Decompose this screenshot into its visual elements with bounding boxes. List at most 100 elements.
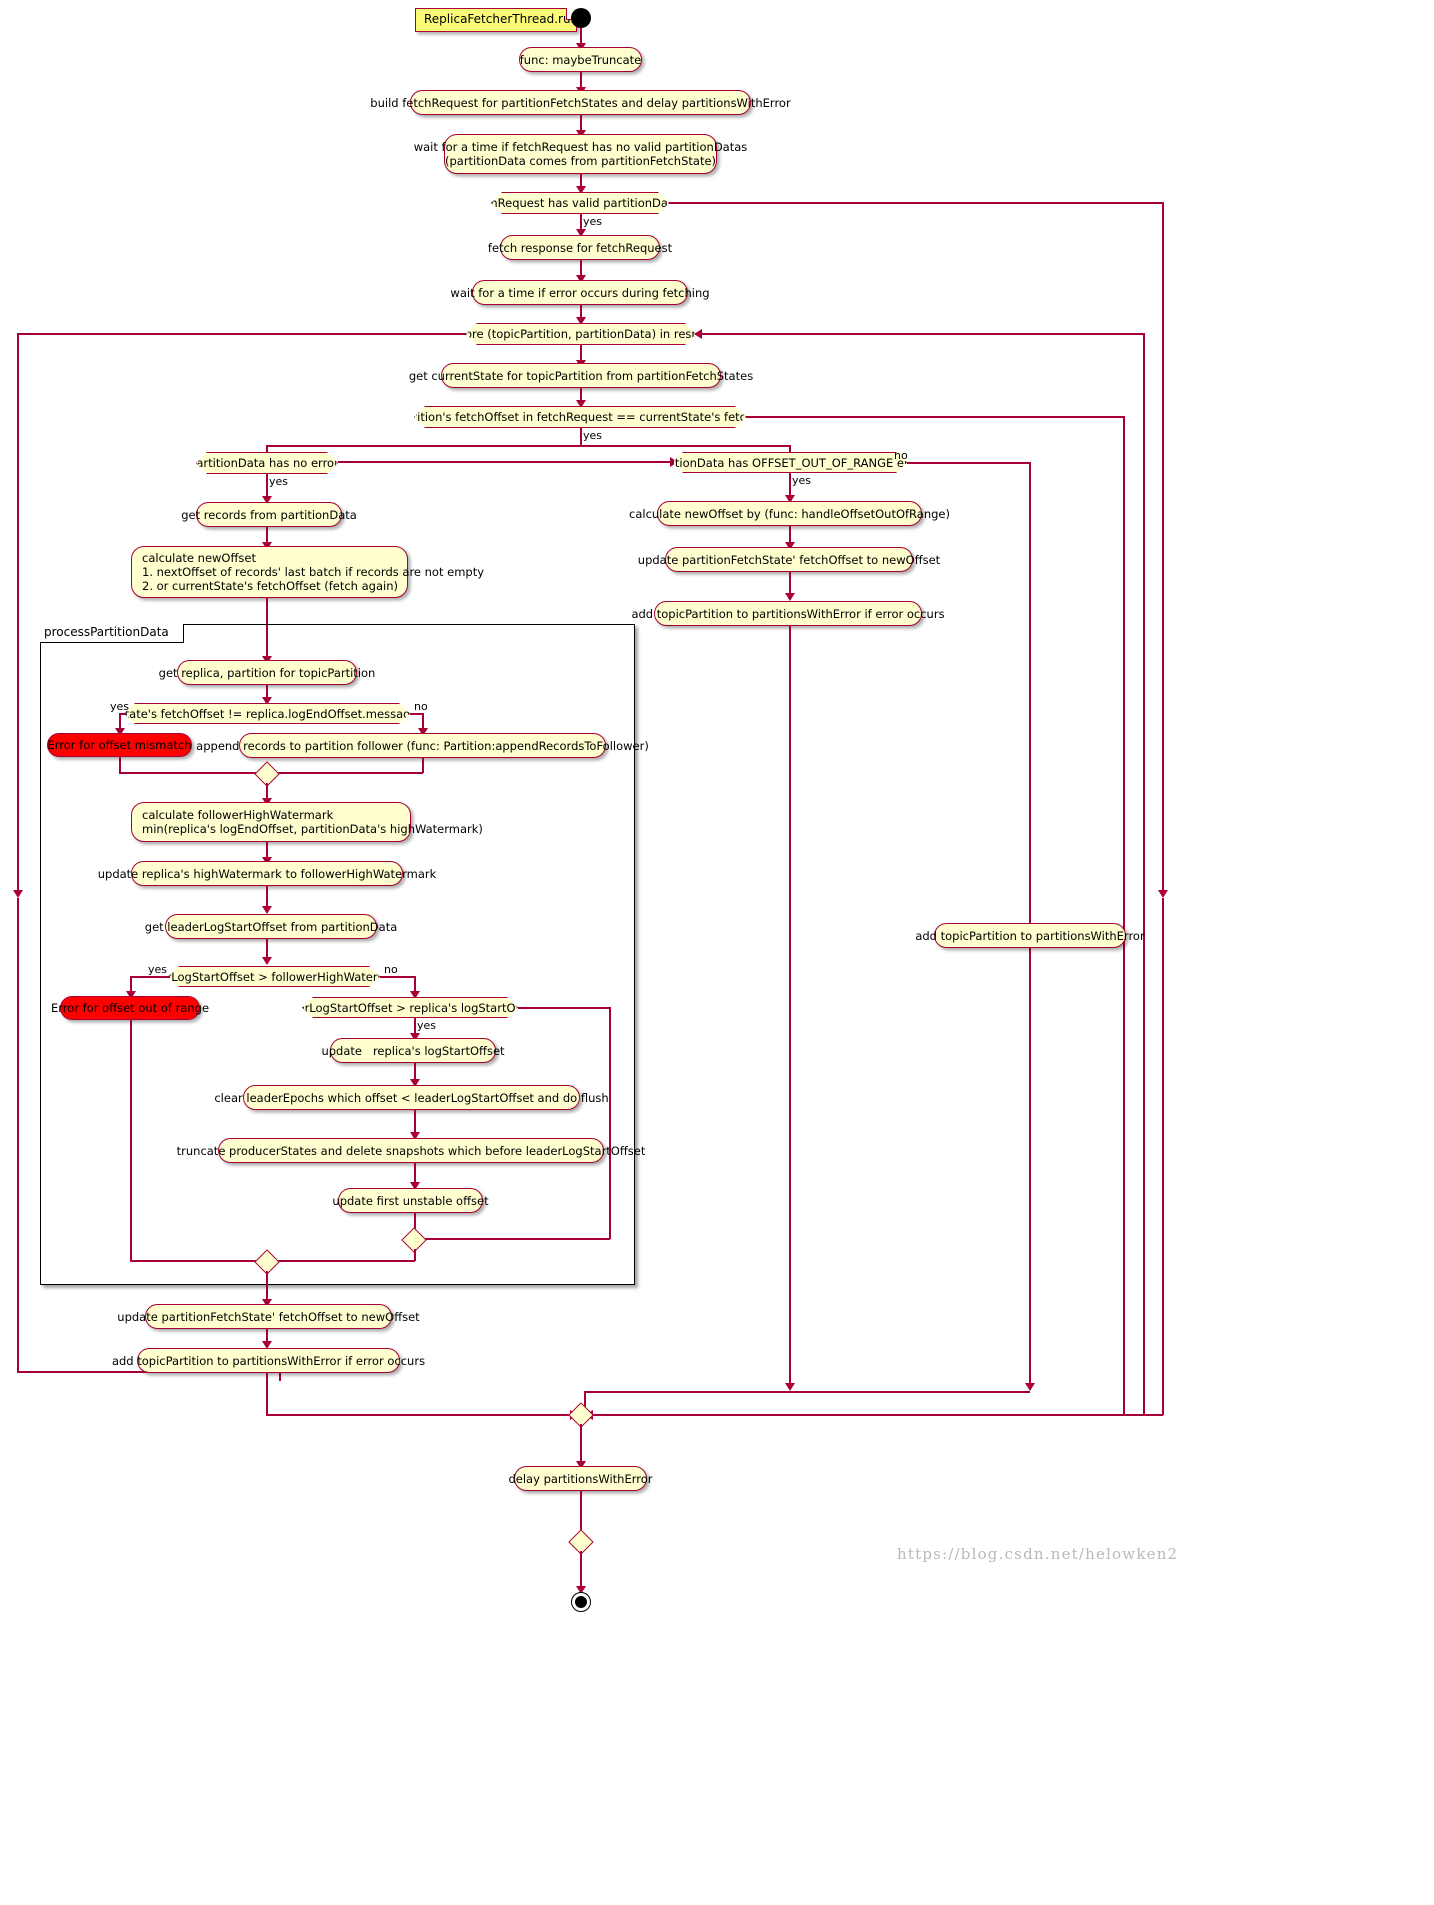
node-label: func: maybeTruncate — [519, 52, 642, 67]
edge-lso-yes-left — [130, 976, 170, 978]
cond-fetchrequest-valid-partitiondatas[interactable]: fetchRequest has valid partitionDatas? — [491, 192, 669, 214]
edge-delay-endmerge — [580, 1491, 582, 1534]
node-label: fetchRequest has valid partitionDatas? — [468, 196, 692, 210]
node-label: has more (topicPartition, partitionData)… — [429, 327, 733, 341]
node-fetch-response[interactable]: fetch response for fetchRequest — [488, 235, 672, 260]
edge-merge2-to-merge3 — [266, 1260, 415, 1262]
cond-offset-out-of-range-error[interactable]: partitionData has OFFSET_OUT_OF_RANGE er… — [672, 452, 907, 473]
node-label: update partitionFetchState' fetchOffset … — [117, 1309, 420, 1324]
edge-append-down — [422, 758, 424, 773]
node-update-fetchoffset-right[interactable]: update partitionFetchState' fetchOffset … — [638, 547, 940, 572]
edge-label-yes: yes — [148, 963, 168, 976]
node-get-replica-partition[interactable]: get replica, partition for topicPartitio… — [159, 660, 375, 685]
node-clear-leader-epochs[interactable]: clear leaderEpochs which offset < leader… — [214, 1085, 609, 1110]
edge-errorrange-down — [130, 1020, 132, 1261]
node-label: leaderLogStartOffset > replica's logStar… — [272, 1000, 548, 1015]
node-label: update replica's logStartOffset — [321, 1043, 505, 1058]
edge-loopback-left-bus — [17, 333, 19, 895]
edge-fetchoffset-no-down — [1123, 416, 1125, 1415]
edge-label-yes: yes — [269, 475, 289, 488]
node-get-current-state[interactable]: get currentState for topicPartition from… — [409, 363, 753, 388]
edge-oorange-no-right — [907, 462, 1030, 464]
edge-split-bar — [266, 445, 790, 447]
node-update-replica-logstartoffset[interactable]: update replica's logStartOffset — [321, 1038, 505, 1063]
node-update-first-unstable-offset[interactable]: update first unstable offset — [332, 1188, 489, 1213]
arrowhead — [262, 906, 272, 914]
edge-lso2-no-bottom — [414, 1238, 610, 1240]
edge-merge-right — [266, 772, 423, 774]
edge-oorange-no-to-merge — [585, 1391, 1030, 1393]
node-calc-newoffset-handle-oor[interactable]: calculate newOffset by (func: handleOffs… — [629, 501, 950, 526]
cond-partitiondata-no-error[interactable]: partitionData has no error? — [196, 452, 338, 474]
group-title-label: processPartitionData — [44, 625, 169, 639]
node-label: Error for offset mismatch — [47, 738, 192, 752]
node-label: calculate newOffset 1. nextOffset of rec… — [142, 551, 485, 593]
node-label: truncate producerStates and delete snaps… — [176, 1143, 646, 1158]
edge-label-yes: yes — [792, 474, 812, 487]
node-add-partitions-with-error-far[interactable]: add topicPartition to partitionsWithErro… — [915, 923, 1145, 948]
edge-cond-valid-no-right — [669, 202, 1163, 204]
edge-label-no: no — [894, 449, 908, 462]
edge-fetchoffset-no-bottom — [585, 1414, 1123, 1416]
edge-addright-down — [789, 626, 791, 1389]
edge-errorrange-to-merge3 — [130, 1260, 267, 1262]
activity-diagram-canvas: ReplicaFetcherThread.run func: maybeTrun… — [0, 0, 1434, 1905]
node-label: append records to partition follower (fu… — [196, 738, 649, 753]
edge-addpartitions-to-final-merge — [266, 1414, 581, 1416]
node-label: calculate followerHighWatermark min(repl… — [142, 808, 483, 836]
edge-label-yes: yes — [583, 429, 603, 442]
node-label: add topicPartition to partitionsWithErro… — [631, 606, 945, 621]
cond-offset-mismatch[interactable]: currentState's fetchOffset != replica.lo… — [124, 703, 410, 724]
node-label: topicPartition's fetchOffset in fetchReq… — [366, 410, 794, 424]
node-get-leader-log-start-offset[interactable]: get leaderLogStartOffset from partitionD… — [145, 914, 397, 939]
edge-lso2-no-down — [609, 1007, 611, 1239]
edge-endmerge-end — [580, 1551, 582, 1589]
cond-lso-gt-replica-lso[interactable]: leaderLogStartOffset > replica's logStar… — [302, 997, 518, 1018]
node-calculate-new-offset[interactable]: calculate newOffset 1. nextOffset of rec… — [131, 546, 484, 598]
edge-finalmerge-delay — [580, 1424, 582, 1464]
node-label: update first unstable offset — [332, 1193, 489, 1208]
arrowhead — [785, 1383, 795, 1391]
edge-right-bus-hasmore — [1143, 333, 1145, 1415]
edge-fetchoffset-yes-down — [580, 428, 582, 446]
node-delay-partitions-with-error[interactable]: delay partitionsWithError — [508, 1466, 653, 1491]
node-label: wait for a time if fetchRequest has no v… — [413, 140, 748, 168]
node-update-fetchoffset-left[interactable]: update partitionFetchState' fetchOffset … — [117, 1304, 420, 1329]
node-label: fetch response for fetchRequest — [487, 240, 673, 255]
cond-has-more-partitiondata[interactable]: has more (topicPartition, partitionData)… — [466, 323, 696, 345]
node-maybe-truncate[interactable]: func: maybeTruncate — [519, 47, 642, 72]
node-update-replica-highwatermark[interactable]: update replica's highWatermark to follow… — [98, 861, 436, 886]
node-label: get records from partitionData — [181, 507, 357, 522]
edge-fetchoffset-no-right — [746, 416, 1124, 418]
edge-label-yes: yes — [110, 700, 130, 713]
edge-far-right-bus-2 — [1162, 898, 1164, 1415]
node-label: wait for a time if error occurs during f… — [450, 285, 710, 300]
node-label: leaderLogStartOffset > followerHighWater… — [134, 969, 414, 984]
node-wait-error-during-fetching[interactable]: wait for a time if error occurs during f… — [450, 280, 710, 305]
node-wait-no-valid-partitiondatas[interactable]: wait for a time if fetchRequest has no v… — [414, 134, 747, 174]
cond-fetchoffset-equals[interactable]: topicPartition's fetchOffset in fetchReq… — [414, 406, 746, 428]
edge-lso-no-right — [380, 976, 416, 978]
edge-addpartitions-down-left — [266, 1373, 268, 1415]
node-error-offset-out-of-range[interactable]: Error for offset out of range — [51, 996, 209, 1020]
node-label: currentState's fetchOffset != replica.lo… — [75, 706, 459, 721]
start-note: ReplicaFetcherThread.run — [415, 8, 578, 32]
start-node — [571, 8, 591, 28]
node-label: partitionData has OFFSET_OUT_OF_RANGE er… — [648, 455, 931, 470]
node-truncate-producer-states[interactable]: truncate producerStates and delete snaps… — [177, 1138, 645, 1163]
node-calculate-follower-highwatermark[interactable]: calculate followerHighWatermark min(repl… — [131, 802, 483, 842]
node-label: calculate newOffset by (func: handleOffs… — [629, 506, 950, 521]
node-label: update replica's highWatermark to follow… — [97, 866, 437, 881]
node-add-partitions-with-error-right[interactable]: add topicPartition to partitionsWithErro… — [631, 601, 945, 626]
edge-label-no: no — [414, 700, 428, 713]
node-label: partitionData has no error? — [189, 456, 345, 470]
edge-errormismatch-down — [119, 757, 121, 773]
cond-lso-gt-highwatermark[interactable]: leaderLogStartOffset > followerHighWater… — [168, 966, 380, 987]
node-error-offset-mismatch[interactable]: Error for offset mismatch — [47, 733, 192, 757]
node-get-records[interactable]: get records from partitionData — [181, 502, 357, 527]
node-build-fetch-request[interactable]: build fetchRequest for partitionFetchSta… — [370, 90, 791, 115]
node-append-records[interactable]: append records to partition follower (fu… — [196, 733, 649, 758]
group-title-tab: processPartitionData — [40, 624, 184, 643]
node-add-partitions-with-error-left[interactable]: add topicPartition to partitionsWithErro… — [112, 1348, 425, 1373]
edge-noerror-no-right — [338, 461, 674, 463]
